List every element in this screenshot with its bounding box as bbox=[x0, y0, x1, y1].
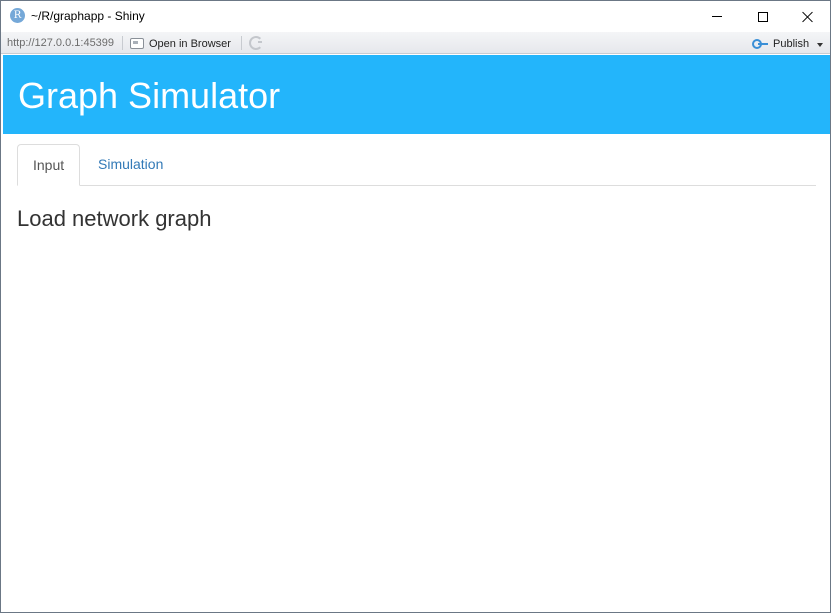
page-title: Graph Simulator bbox=[18, 75, 281, 116]
toolbar-divider bbox=[241, 36, 242, 50]
close-button[interactable] bbox=[785, 1, 831, 32]
open-browser-icon bbox=[130, 38, 144, 49]
app-header: Graph Simulator bbox=[3, 55, 830, 134]
maximize-icon bbox=[758, 11, 768, 22]
publish-button[interactable]: Publish bbox=[752, 35, 809, 52]
open-in-browser-button[interactable]: Open in Browser bbox=[130, 35, 231, 52]
open-in-browser-label: Open in Browser bbox=[149, 37, 231, 50]
toolbar-divider bbox=[122, 36, 123, 50]
chevron-down-icon[interactable] bbox=[817, 43, 823, 47]
publish-icon bbox=[752, 38, 768, 50]
minimize-icon bbox=[712, 16, 722, 17]
tab-bar: Input Simulation bbox=[17, 144, 816, 186]
window-title: ~/R/graphapp - Shiny bbox=[31, 9, 145, 23]
tab-simulation[interactable]: Simulation bbox=[83, 144, 178, 186]
publish-label: Publish bbox=[773, 37, 810, 50]
refresh-icon[interactable] bbox=[249, 36, 263, 50]
minimize-button[interactable] bbox=[694, 1, 740, 32]
close-icon bbox=[802, 11, 814, 23]
section-heading: Load network graph bbox=[17, 206, 212, 231]
tab-input[interactable]: Input bbox=[17, 144, 80, 186]
r-logo-icon: R bbox=[10, 8, 25, 23]
url-display[interactable]: http://127.0.0.1:45399 bbox=[7, 37, 114, 49]
maximize-button[interactable] bbox=[740, 1, 786, 32]
app-window: R ~/R/graphapp - Shiny http://127.0.0.1:… bbox=[0, 0, 831, 613]
title-bar[interactable]: R ~/R/graphapp - Shiny bbox=[1, 1, 830, 32]
viewer-toolbar: http://127.0.0.1:45399 Open in Browser P… bbox=[1, 32, 830, 54]
